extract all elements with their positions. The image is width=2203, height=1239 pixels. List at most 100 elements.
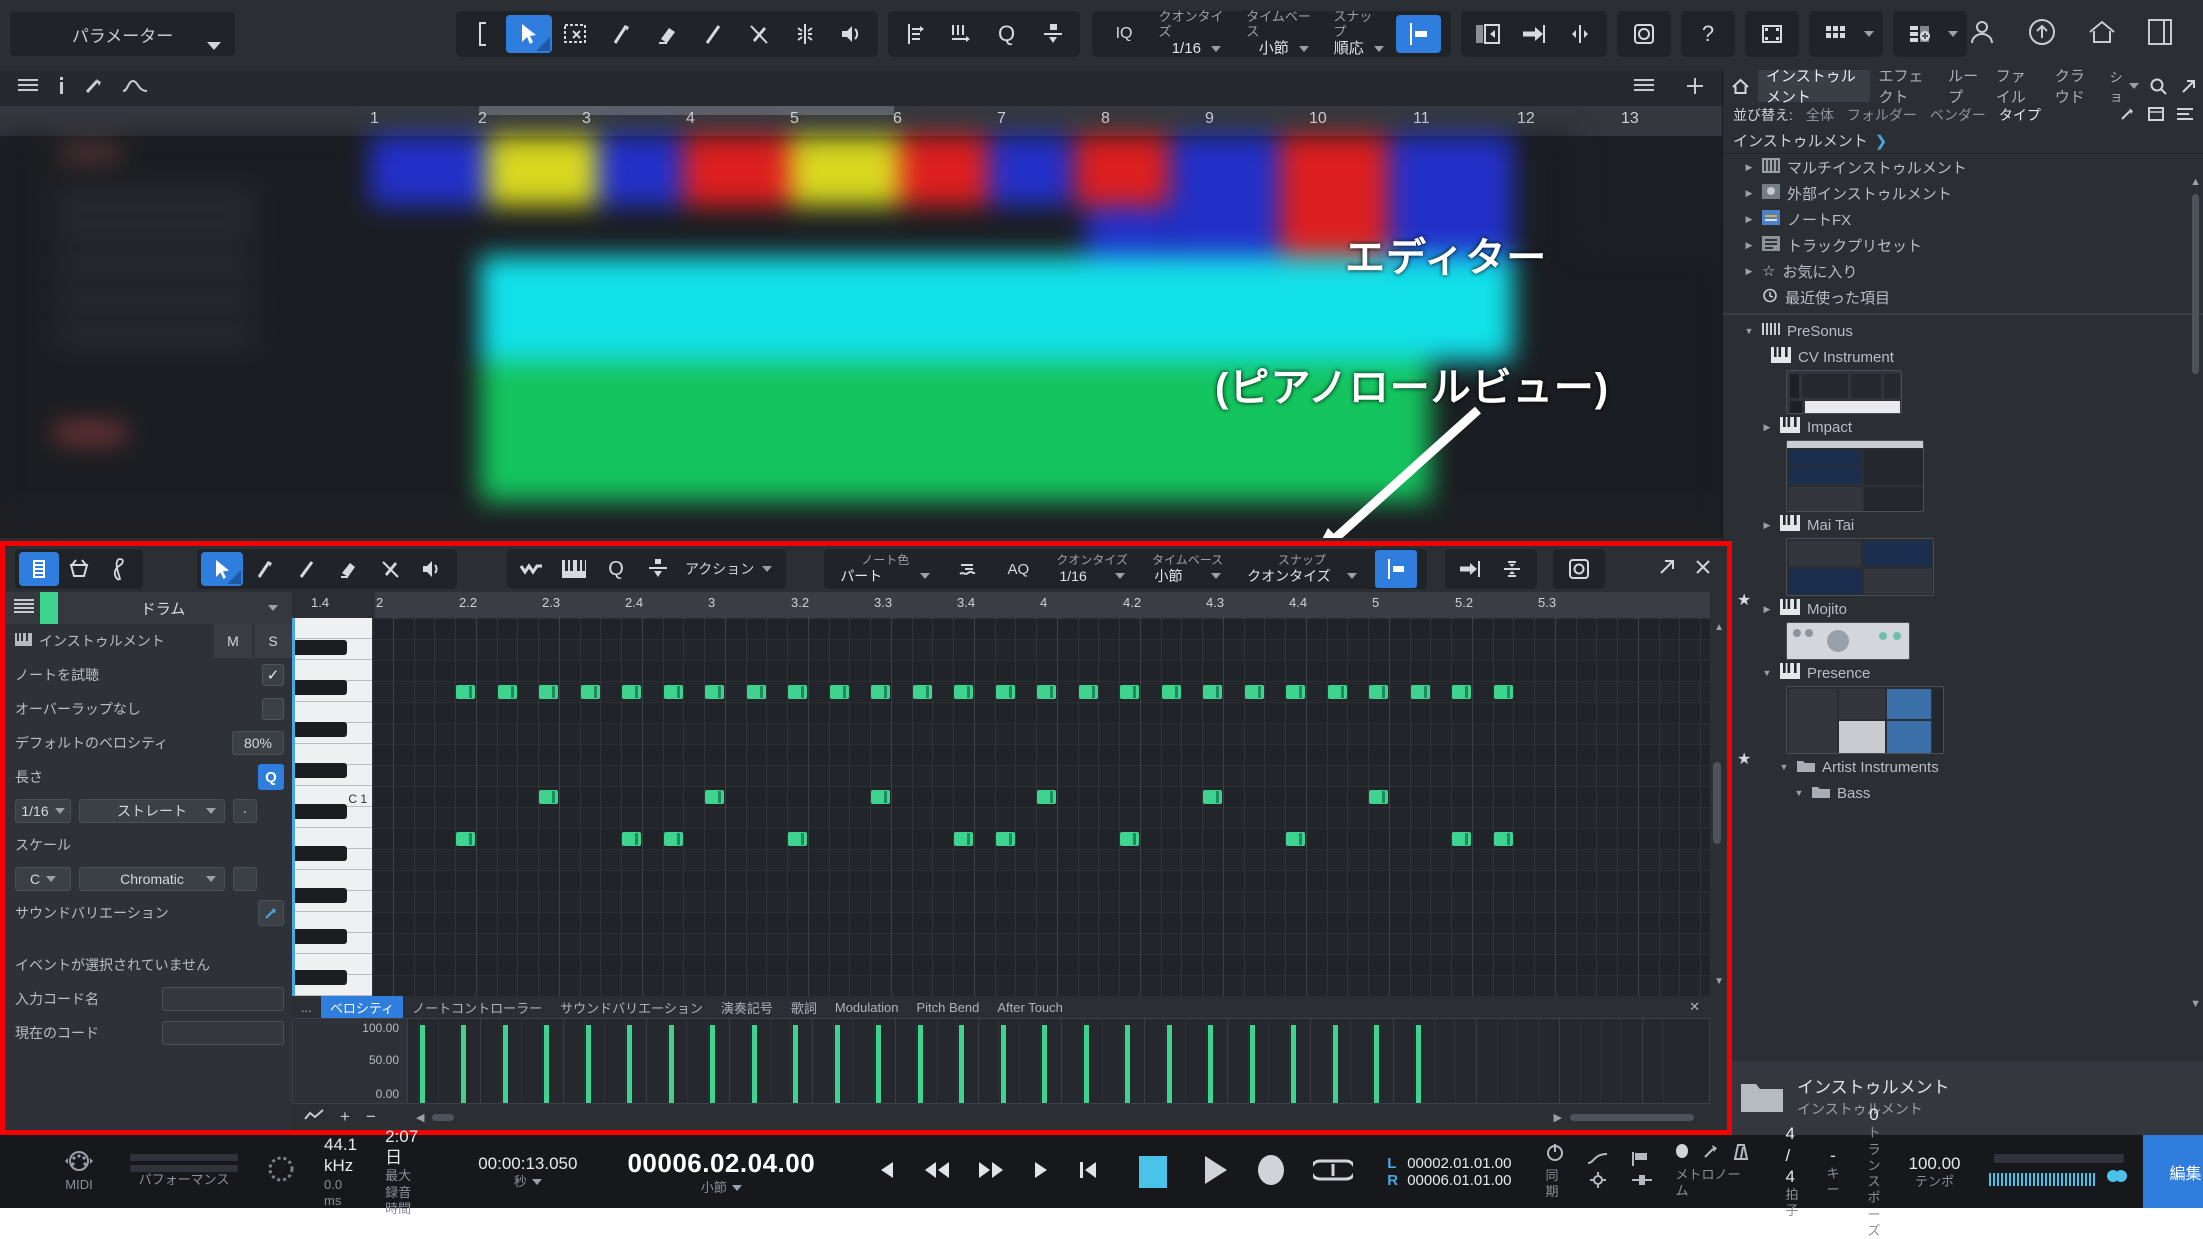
center-icon[interactable]	[1557, 552, 1601, 586]
snap-select[interactable]: スナップ 順応	[1333, 9, 1384, 57]
arrange-ruler[interactable]: 1 2 3 4 5 6 7 8 9 10 11 12 13	[0, 106, 1722, 136]
note[interactable]	[456, 832, 475, 846]
note[interactable]	[456, 685, 475, 699]
track-list-icon[interactable]	[1465, 15, 1511, 53]
velocity-bar[interactable]	[1374, 1025, 1379, 1103]
velocity-bar[interactable]	[1125, 1025, 1130, 1103]
key-display[interactable]: - キー	[1812, 1145, 1853, 1199]
twisty-collapsed-icon[interactable]: ▶	[1761, 520, 1773, 531]
note[interactable]	[1203, 790, 1222, 804]
length-dotted-button[interactable]: ·	[233, 799, 257, 823]
note[interactable]	[1037, 790, 1056, 804]
editor-hscrollbar[interactable]	[432, 1113, 455, 1121]
note[interactable]	[1369, 790, 1388, 804]
velocity-bar[interactable]	[502, 1025, 508, 1103]
note[interactable]	[663, 832, 683, 846]
plus-icon[interactable]: +	[340, 1107, 350, 1127]
scroll-up-icon[interactable]: ▲	[2190, 176, 2201, 188]
length-feel-select[interactable]: ストレート	[79, 799, 225, 823]
time-signature[interactable]: 4 / 4 拍子	[1771, 1123, 1812, 1219]
scroll-down-icon[interactable]: ▼	[2190, 998, 2201, 1010]
quantize-select[interactable]: クオンタイズ 1/16	[1158, 9, 1234, 57]
tree-item-mai-tai[interactable]: ▶ Mai Tai	[1723, 512, 2203, 538]
note[interactable]	[1493, 832, 1513, 846]
lane-tab-modulation[interactable]: Modulation	[826, 996, 908, 1018]
transform-icon[interactable]	[1030, 15, 1076, 53]
browser-expand-icon[interactable]	[2174, 70, 2203, 102]
maximize-icon[interactable]	[1659, 559, 1675, 579]
lane-more-button[interactable]: ...	[292, 996, 321, 1018]
chevron-down-icon[interactable]	[1864, 31, 1874, 37]
velocity-bar[interactable]	[917, 1025, 923, 1103]
piano-white-key[interactable]	[295, 618, 375, 639]
window-icon[interactable]	[2148, 106, 2164, 124]
velocity-bar[interactable]	[1249, 1025, 1255, 1103]
arrow-right-icon[interactable]	[1511, 15, 1557, 53]
velocity-bar[interactable]	[834, 1025, 840, 1103]
loop-range-display[interactable]: L 00002.01.01.00 R 00006.01.01.00	[1387, 1135, 1511, 1208]
listen-tool[interactable]	[411, 552, 453, 586]
note-color-select[interactable]: ノート色 パート	[834, 553, 936, 584]
browser-tab-cloud[interactable]: クラウド	[2047, 68, 2106, 106]
tree-item-track-preset[interactable]: ▶ トラックプリセット	[1723, 232, 2203, 258]
twisty-collapsed-icon[interactable]: ▶	[1761, 422, 1773, 433]
note[interactable]	[1286, 832, 1305, 846]
rewind-icon[interactable]	[923, 1160, 951, 1184]
chevron-down-icon[interactable]	[268, 605, 278, 611]
piano-black-key[interactable]	[295, 846, 347, 861]
velocity-bar[interactable]	[668, 1025, 674, 1103]
scale-root-select[interactable]: C	[15, 867, 71, 891]
tree-item-impact[interactable]: ▶ Impact	[1723, 414, 2203, 440]
thumbnail-presence[interactable]	[1786, 686, 1944, 754]
keyboard-icon[interactable]	[553, 552, 595, 586]
note[interactable]	[705, 685, 724, 699]
list-view-icon[interactable]	[2177, 107, 2193, 124]
twisty-collapsed-icon[interactable]: ▶	[1743, 162, 1755, 173]
scale-extra-button[interactable]	[233, 867, 257, 891]
hscroll-right-icon[interactable]: ▶	[1554, 1111, 1562, 1124]
editor-quantize-select[interactable]: クオンタイズ 1/16	[1050, 553, 1134, 584]
minus-icon[interactable]: −	[366, 1107, 376, 1127]
note[interactable]	[1369, 685, 1388, 699]
note[interactable]	[580, 685, 600, 699]
close-icon[interactable]	[1695, 559, 1711, 579]
part-name[interactable]: ドラム	[58, 598, 268, 619]
note[interactable]	[954, 685, 973, 699]
length-quantize-button[interactable]: Q	[258, 764, 284, 790]
tree-item-artist-instruments[interactable]: ▼ Artist Instruments	[1723, 754, 2203, 780]
mute-tool[interactable]	[736, 15, 782, 53]
piano-black-key[interactable]	[295, 763, 347, 778]
browser-tab-files[interactable]: ファイル	[1988, 68, 2047, 106]
browser-home-icon[interactable]	[1723, 70, 1758, 102]
tree-item-presonus[interactable]: ▼ PreSonus	[1723, 318, 2203, 344]
note[interactable]	[829, 685, 849, 699]
tree-item-bass[interactable]: ▼ Bass	[1723, 780, 2203, 806]
note[interactable]	[1410, 685, 1430, 699]
grid-scroll-down-icon[interactable]: ▼	[1714, 976, 1724, 987]
browser-tab-effects[interactable]: エフェクト	[1870, 68, 1940, 106]
lane-tab-sound-variation[interactable]: サウンドバリエーション	[551, 996, 712, 1018]
velocity-bar[interactable]	[1083, 1025, 1089, 1103]
twisty-expanded-icon[interactable]: ▼	[1778, 762, 1790, 772]
tempo-track-toggle[interactable]	[1587, 1150, 1609, 1194]
editor-timebase-select[interactable]: タイムベース 小節	[1146, 553, 1229, 584]
eraser-tool[interactable]	[327, 552, 369, 586]
parameter-combo[interactable]: パラメーター	[10, 12, 236, 56]
piano-black-key[interactable]	[295, 722, 347, 737]
note[interactable]	[497, 685, 517, 699]
note-grid[interactable]	[372, 618, 1710, 996]
chevron-down-icon[interactable]	[1948, 31, 1958, 37]
arrow-tool[interactable]	[201, 552, 243, 586]
favorite-star-2[interactable]: ★	[1737, 749, 1751, 769]
range-tool[interactable]	[552, 15, 598, 53]
home-icon[interactable]	[2087, 17, 2117, 51]
user-icon[interactable]	[1967, 17, 1997, 51]
velocity-bar[interactable]	[1208, 1025, 1213, 1103]
tree-item-note-fx[interactable]: ▶ ノートFX	[1723, 206, 2203, 232]
note[interactable]	[1493, 685, 1513, 699]
grid-icon[interactable]	[1813, 15, 1859, 53]
quantize-q-icon[interactable]: Q	[984, 15, 1030, 53]
bracket-icon[interactable]	[460, 15, 506, 53]
length-note-select[interactable]: 1/16	[15, 799, 71, 823]
drum-view-icon[interactable]	[59, 552, 99, 586]
